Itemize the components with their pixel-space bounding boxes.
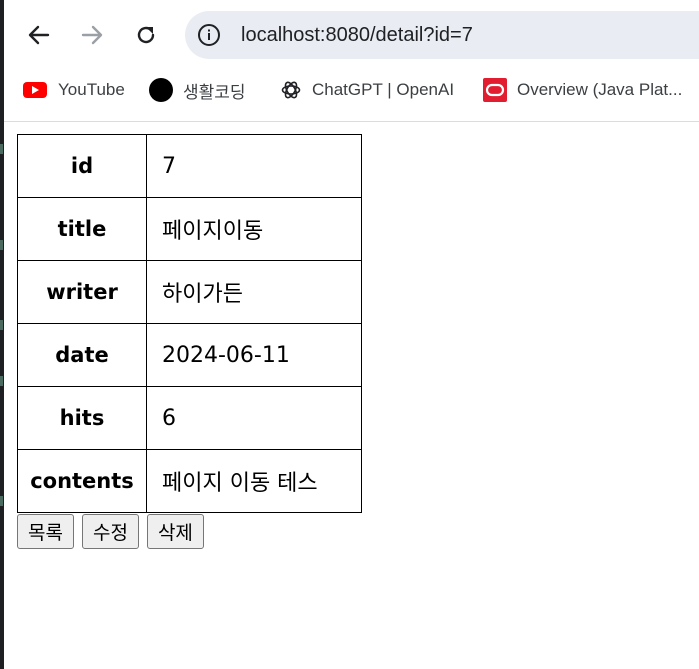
table-row: id 7 xyxy=(17,134,362,198)
bookmark-label: YouTube xyxy=(58,80,125,99)
row-key: title xyxy=(17,197,147,261)
row-key: writer xyxy=(17,260,147,324)
bookmark-java-overview[interactable]: Overview (Java Plat... xyxy=(483,78,682,102)
table-row: date 2024-06-11 xyxy=(17,323,362,387)
edit-button[interactable]: 수정 xyxy=(81,514,139,549)
row-key: contents xyxy=(17,449,147,513)
row-value: 하이가든 xyxy=(146,260,362,324)
edge-marker xyxy=(0,144,3,154)
row-value: 페이지이동 xyxy=(146,197,362,261)
action-buttons: 목록 수정 삭제 xyxy=(17,514,204,549)
row-value: 페이지 이동 테스 xyxy=(146,449,362,513)
bookmark-label: Overview (Java Plat... xyxy=(517,80,683,99)
row-key: hits xyxy=(17,386,147,450)
table-row: hits 6 xyxy=(17,386,362,450)
back-button[interactable] xyxy=(19,15,59,55)
oracle-icon xyxy=(483,78,507,102)
table-row: contents 페이지 이동 테스 xyxy=(17,449,362,513)
bookmark-label: 생활코딩 xyxy=(183,82,246,102)
black-circle-icon xyxy=(149,78,173,102)
bookmarks-bar: YouTube 생활코딩 ChatGPT | OpenAI Overview (… xyxy=(4,72,699,108)
address-bar[interactable]: localhost:8080/detail?id=7 xyxy=(185,11,699,59)
row-value: 7 xyxy=(146,134,362,198)
openai-icon xyxy=(281,81,301,99)
edge-marker xyxy=(0,240,3,250)
row-value: 2024-06-11 xyxy=(146,323,362,387)
edge-marker xyxy=(0,496,3,506)
page-content: id 7 title 페이지이동 writer 하이가든 date 2024-0… xyxy=(4,122,699,669)
youtube-icon xyxy=(23,82,47,98)
reload-button[interactable] xyxy=(126,15,166,55)
table-row: writer 하이가든 xyxy=(17,260,362,324)
edge-marker xyxy=(0,320,3,330)
bookmark-chatgpt[interactable]: ChatGPT | OpenAI xyxy=(280,78,454,102)
site-info-button[interactable] xyxy=(197,23,221,47)
arrow-right-icon xyxy=(81,25,103,45)
row-key: id xyxy=(17,134,147,198)
bookmark-label: ChatGPT | OpenAI xyxy=(312,80,455,99)
bookmark-saenghwal-coding[interactable]: 생활코딩 xyxy=(149,78,246,102)
row-key: date xyxy=(17,323,147,387)
url-text[interactable]: localhost:8080/detail?id=7 xyxy=(241,23,473,47)
arrow-left-icon xyxy=(28,25,50,45)
browser-chrome: localhost:8080/detail?id=7 YouTube 생활코딩 xyxy=(4,0,699,122)
delete-button[interactable]: 삭제 xyxy=(146,514,204,549)
list-button[interactable]: 목록 xyxy=(17,514,74,549)
tune-icon xyxy=(198,24,220,46)
edge-marker xyxy=(0,376,3,386)
reload-icon xyxy=(137,26,155,44)
table-row: title 페이지이동 xyxy=(17,197,362,261)
detail-table: id 7 title 페이지이동 writer 하이가든 date 2024-0… xyxy=(17,134,362,513)
row-value: 6 xyxy=(146,386,362,450)
bookmark-youtube[interactable]: YouTube xyxy=(22,78,125,102)
forward-button[interactable] xyxy=(72,15,112,55)
